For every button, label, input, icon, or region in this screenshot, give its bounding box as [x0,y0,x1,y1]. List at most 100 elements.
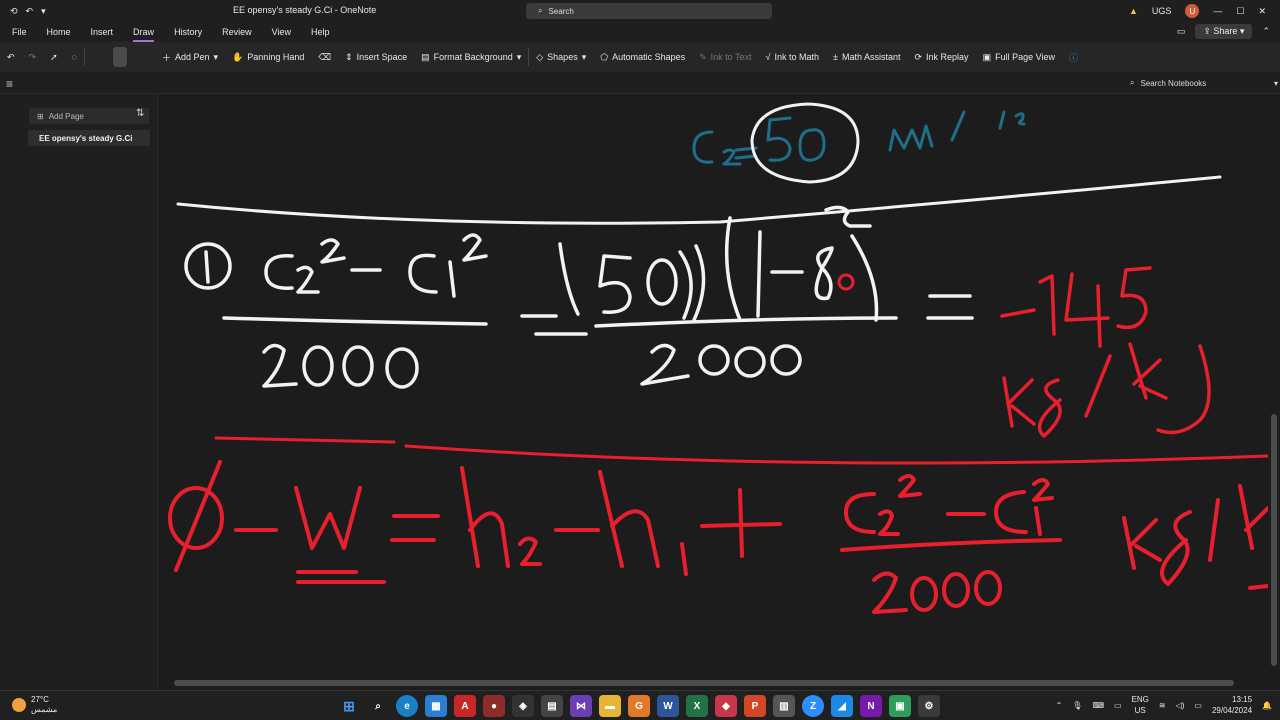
horizontal-scroll-thumb[interactable] [174,680,1234,686]
app-orange-icon[interactable]: G [628,695,650,717]
menu-history[interactable]: History [164,27,212,37]
search-notebooks[interactable]: ⌕ Search Notebooks ▾ [1130,76,1278,90]
ink-drawing [168,102,1268,614]
calculator-icon[interactable]: ▤ [541,695,563,717]
language-indicator[interactable]: ENG US [1132,694,1149,716]
search-notebooks-label: Search Notebooks [1140,78,1207,88]
math-assistant-button[interactable]: ± Math Assistant [826,45,907,69]
page-item[interactable]: EE opensy's steady G.Ci [28,130,150,146]
weather-widget[interactable]: 27°C مشمس [12,695,57,715]
system-tray: ⌃ 🎙 ⌨ ▭ ENG US ≋ ◁) ▭ 13:15 29/04/2024 🔔 [1056,694,1272,716]
full-page-view-button[interactable]: ▣ Full Page View [976,45,1062,69]
eraser-icon[interactable]: ⌫ [311,45,338,69]
share-button[interactable]: ⇪ Share ▾ [1195,24,1253,39]
menu-draw[interactable]: Draw [123,27,164,42]
search-icon[interactable]: ⌕ [367,695,389,717]
help-icon[interactable]: ⓘ [1062,45,1085,69]
panning-hand-button[interactable]: ✋ Panning Hand [225,45,311,69]
wifi-icon[interactable]: ≋ [1159,701,1166,710]
undo-button[interactable]: ↶ [0,45,22,69]
automatic-shapes-button[interactable]: ⬠ Automatic Shapes [593,45,692,69]
notepad-icon[interactable]: ▥ [773,695,795,717]
powerpoint-icon[interactable]: P [744,695,766,717]
redo-button[interactable]: ↷ [22,45,44,69]
ink-replay-label: Ink Replay [926,52,969,62]
search-box[interactable]: ⌕ Search [526,3,772,19]
acrobat-icon[interactable]: A [454,695,476,717]
battery-icon[interactable]: ▭ [1194,701,1202,710]
lasso-tool-icon[interactable]: ◌ [65,45,84,69]
language-top: ENG [1131,695,1149,704]
add-page-label: Add Page [48,111,84,121]
onenote-icon[interactable]: N [860,695,882,717]
pen-purple-icon[interactable] [85,47,99,67]
menu-help[interactable]: Help [301,27,340,37]
menu-home[interactable]: Home [37,27,81,37]
close-button[interactable]: ✕ [1258,6,1266,17]
ink-white-circle [750,102,860,184]
ribbon-collapse-icon[interactable]: ⌃ [1262,26,1270,37]
notification-icon[interactable]: 🔔 [1262,701,1272,710]
ink-to-text-button[interactable]: ✎ Ink to Text [692,45,758,69]
start-icon[interactable]: ⊞ [338,695,360,717]
screen-icon[interactable]: ▭ [1114,701,1122,710]
ink-to-math-label: Ink to Math [774,52,819,62]
format-background-button[interactable]: ▤ Format Background ▾ [414,45,528,69]
title-bar: ⟲ ↶ ▾ EE opensy's steady G.Ci - OneNote … [0,0,1280,22]
weather-text: مشمس [31,705,58,714]
highlighter-icon[interactable] [141,47,155,67]
app-red-icon[interactable]: ● [483,695,505,717]
back-icon[interactable]: ⟲ [10,6,18,17]
app-green-icon[interactable]: ▣ [889,695,911,717]
add-pen-button[interactable]: ＋ Add Pen ▾ [155,45,225,69]
microphone-icon[interactable]: 🎙 [1072,701,1082,710]
chevron-up-icon[interactable]: ⌃ [1056,701,1063,710]
sort-icon[interactable]: ⇅ [136,108,144,119]
excel-icon[interactable]: X [686,695,708,717]
app-pink-icon[interactable]: ◆ [715,695,737,717]
maximize-button[interactable]: ☐ [1236,6,1244,17]
app-gear-icon[interactable]: ⚙ [918,695,940,717]
customize-icon[interactable]: ▾ [41,6,46,17]
menu-view[interactable]: View [262,27,301,37]
menu-insert[interactable]: Insert [81,27,124,37]
ink-white-line-1 [176,175,1222,225]
keyboard-icon[interactable]: ⌨ [1092,701,1104,710]
volume-icon[interactable]: ◁) [1176,701,1185,710]
undo-icon[interactable]: ↶ [26,6,34,17]
ink-to-math-button[interactable]: √ Ink to Math [759,45,826,69]
visual-studio-icon[interactable]: ⋈ [570,695,592,717]
file-explorer-icon[interactable]: ▬ [599,695,621,717]
shapes-button[interactable]: ◇ Shapes ▾ [529,45,593,69]
page-canvas[interactable] [159,94,1268,676]
vertical-scroll-thumb[interactable] [1271,414,1277,666]
pen-blue-icon[interactable] [127,47,141,67]
pen-white-icon[interactable] [99,47,113,67]
hamburger-icon[interactable]: ≡ [6,77,13,91]
warning-icon[interactable]: ▲ [1129,6,1138,16]
ink-red-dot [837,273,855,291]
minimize-button[interactable]: — [1213,6,1222,16]
search-label: Search [548,6,574,16]
app-tool-icon[interactable]: ◈ [512,695,534,717]
ink-replay-button[interactable]: ⟳ Ink Replay [907,45,975,69]
select-tool-icon[interactable]: ➚ [43,45,65,69]
sticky-icon[interactable]: ▭ [1177,26,1186,37]
add-page-button[interactable]: ⊞ Add Page [29,108,149,124]
store-icon[interactable]: ▦ [425,695,447,717]
chevron-down-icon: ▾ [1273,78,1278,88]
menu-file[interactable]: File [0,27,37,37]
avatar[interactable]: U [1185,4,1200,18]
word-icon[interactable]: W [657,695,679,717]
insert-space-button[interactable]: ⇕ Insert Space [338,45,414,69]
vertical-scrollbar[interactable] [1268,104,1280,676]
zoom-icon[interactable]: Z [802,695,824,717]
app-blue-icon[interactable]: ◢ [831,695,853,717]
menu-review[interactable]: Review [212,27,262,37]
ink-red-result [1000,266,1211,438]
user-name[interactable]: UGS [1152,6,1172,16]
pen-red-icon[interactable] [113,47,127,67]
clock[interactable]: 13:15 29/04/2024 [1212,694,1252,716]
edge-icon[interactable]: e [396,695,418,717]
horizontal-scrollbar[interactable] [162,677,1268,689]
